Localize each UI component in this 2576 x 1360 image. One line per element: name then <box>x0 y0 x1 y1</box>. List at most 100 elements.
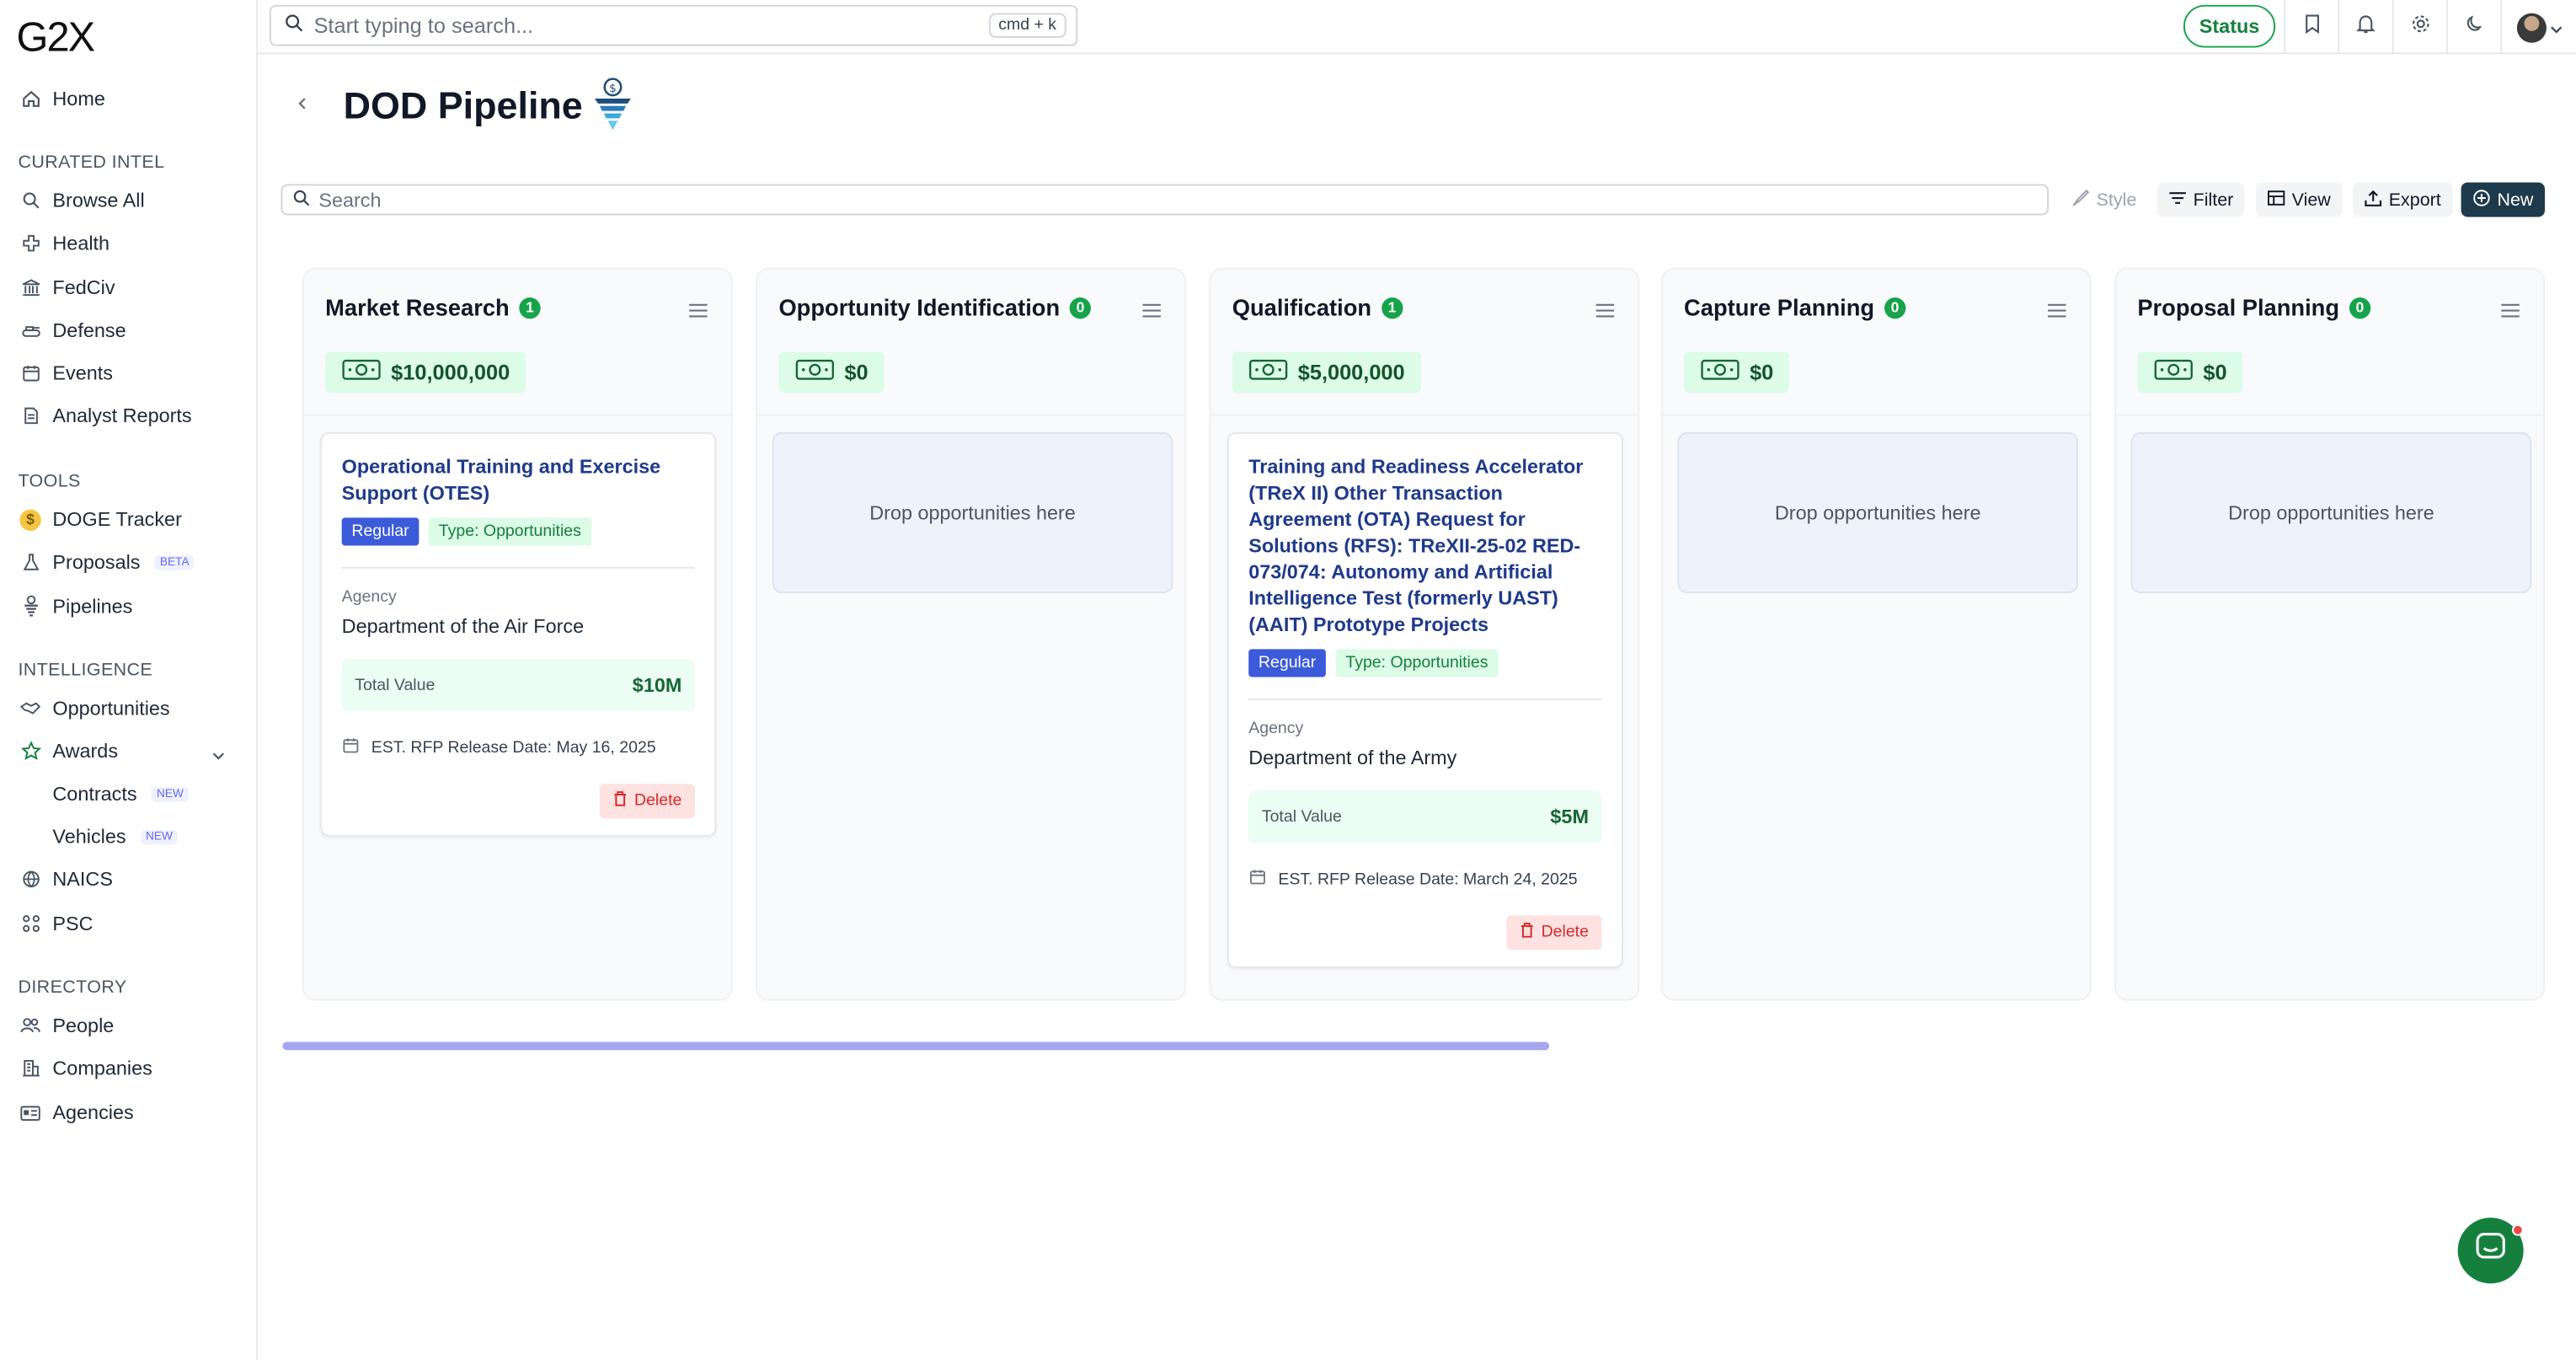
sidebar-item-pipelines[interactable]: Pipelines <box>19 588 132 624</box>
column-total-value: $0 <box>1684 351 1790 394</box>
trash-icon <box>1520 922 1535 943</box>
column-title: Market Research <box>325 294 510 321</box>
sidebar-item-defense[interactable]: Defense <box>19 313 126 349</box>
money-bill-icon <box>342 358 382 386</box>
style-button-label: Style <box>2096 190 2137 210</box>
type-tag: Type: Opportunities <box>429 517 591 546</box>
divider <box>2115 414 2544 416</box>
column-total-value-text: $0 <box>1750 360 1774 385</box>
user-menu-button[interactable] <box>2500 0 2576 55</box>
rfp-release-date: EST. RFP Release Date: May 16, 2025 <box>342 736 695 759</box>
board-search-input[interactable] <box>318 188 1962 211</box>
board-horizontal-scrollbar[interactable] <box>282 1041 1550 1051</box>
sidebar-item-companies[interactable]: Companies <box>19 1050 152 1086</box>
chevron-down-icon[interactable] <box>211 742 227 771</box>
agency-label: Agency <box>341 588 397 607</box>
sidebar-item-doge-tracker[interactable]: $ DOGE Tracker <box>19 501 182 538</box>
building-columns-icon <box>19 277 40 298</box>
sidebar-item-people[interactable]: People <box>19 1008 114 1044</box>
money-bill-icon <box>1701 358 1740 386</box>
sidebar-item-events[interactable]: Events <box>19 355 113 391</box>
column-menu-icon[interactable] <box>1595 297 1615 327</box>
sidebar-item-label: DOGE Tracker <box>52 507 182 531</box>
bookmark-button[interactable] <box>2283 0 2338 55</box>
sidebar-item-analyst-reports[interactable]: Analyst Reports <box>19 398 192 434</box>
type-tag: Type: Opportunities <box>1335 649 1499 677</box>
column-count-badge: 1 <box>1381 297 1403 319</box>
sidebar-item-browse-all[interactable]: Browse All <box>19 182 145 218</box>
sidebar-item-label: Home <box>52 87 105 110</box>
keyboard-shortcut-hint: cmd + k <box>988 13 1066 38</box>
sidebar-item-home[interactable]: Home <box>19 81 105 117</box>
column-menu-icon[interactable] <box>2500 297 2520 327</box>
view-button-label: View <box>2291 190 2331 210</box>
rfp-release-date: EST. RFP Release Date: March 24, 2025 <box>1248 868 1601 891</box>
column-menu-icon[interactable] <box>2047 297 2066 327</box>
divider <box>1211 414 1638 416</box>
calendar-icon <box>19 362 40 383</box>
column-count-badge: 0 <box>1069 297 1092 319</box>
bell-icon <box>2356 13 2376 42</box>
sidebar-item-vehicles[interactable]: Vehicles NEW <box>52 818 178 854</box>
column-title: Qualification <box>1232 294 1372 321</box>
delete-button[interactable]: Delete <box>600 784 695 819</box>
globe-icon <box>19 869 40 890</box>
view-button[interactable]: View <box>2255 182 2343 217</box>
sidebar-item-label: Proposals <box>52 550 141 574</box>
drop-zone[interactable]: Drop opportunities here <box>2130 431 2532 594</box>
opportunity-card[interactable]: Training and Readiness Accelerator (TReX… <box>1227 431 1623 968</box>
chat-bubble-icon <box>2474 1230 2507 1272</box>
opportunity-title[interactable]: Operational Training and Exercise Suppor… <box>342 453 695 506</box>
sidebar-item-opportunities[interactable]: Opportunities <box>19 690 170 726</box>
column-menu-icon[interactable] <box>1141 297 1161 327</box>
delete-button[interactable]: Delete <box>1506 915 1602 950</box>
notifications-button[interactable] <box>2338 0 2392 55</box>
sidebar-item-label: Contracts <box>52 782 137 806</box>
sidebar-item-fedciv[interactable]: FedCiv <box>19 270 115 306</box>
filter-button[interactable]: Filter <box>2156 182 2245 217</box>
sidebar-item-naics[interactable]: NAICS <box>19 861 113 897</box>
sidebar-item-psc[interactable]: PSC <box>19 906 94 942</box>
svg-text:$: $ <box>609 82 617 95</box>
new-button[interactable]: New <box>2461 182 2546 217</box>
theme-toggle-button[interactable] <box>2445 0 2500 55</box>
drop-zone[interactable]: Drop opportunities here <box>772 431 1173 594</box>
pipeline-funnel-icon: $ <box>591 76 634 143</box>
column-menu-icon[interactable] <box>688 297 708 327</box>
settings-button[interactable] <box>2392 0 2446 55</box>
board-search[interactable] <box>281 184 2050 216</box>
people-icon <box>19 1015 40 1036</box>
drop-zone[interactable]: Drop opportunities here <box>1677 431 2079 594</box>
gear-icon <box>2409 13 2430 42</box>
back-chevron-icon[interactable] <box>296 90 309 116</box>
dollar-coin-icon: $ <box>19 508 41 530</box>
export-button-label: Export <box>2388 190 2441 210</box>
sidebar-item-proposals[interactable]: Proposals BETA <box>19 544 195 581</box>
sidebar-item-agencies[interactable]: Agencies <box>19 1095 134 1131</box>
style-button[interactable]: Style <box>2060 182 2148 217</box>
opportunity-card[interactable]: Operational Training and Exercise Suppor… <box>320 431 717 837</box>
sidebar-item-health[interactable]: Health <box>19 225 110 261</box>
grid-dots-icon <box>19 913 40 934</box>
home-icon <box>19 88 40 109</box>
table-grid-icon <box>2267 188 2285 211</box>
rfp-release-date-text: EST. RFP Release Date: May 16, 2025 <box>371 738 656 758</box>
sidebar-item-contracts[interactable]: Contracts NEW <box>52 776 189 812</box>
export-button[interactable]: Export <box>2352 182 2453 217</box>
global-search-input[interactable] <box>313 13 971 38</box>
column-title: Opportunity Identification <box>778 294 1061 321</box>
sidebar-item-label: Vehicles <box>52 825 126 849</box>
opportunity-title[interactable]: Training and Readiness Accelerator (TReX… <box>1248 453 1601 637</box>
sidebar-item-label: Browse All <box>52 189 145 212</box>
status-button[interactable]: Status <box>2183 4 2276 48</box>
sidebar-item-awards[interactable]: Awards <box>19 733 118 769</box>
column-header: Market Research 1 <box>325 294 541 320</box>
column-count-badge: 0 <box>2349 297 2371 319</box>
regular-tag: Regular <box>1248 649 1326 677</box>
total-value-amount: $10M <box>632 673 682 697</box>
global-search[interactable]: cmd + k <box>269 4 1078 46</box>
total-value-amount: $5M <box>1550 805 1589 828</box>
g2x-logo[interactable]: G2X <box>17 15 96 63</box>
office-building-icon <box>19 1057 40 1079</box>
search-icon <box>284 11 303 40</box>
